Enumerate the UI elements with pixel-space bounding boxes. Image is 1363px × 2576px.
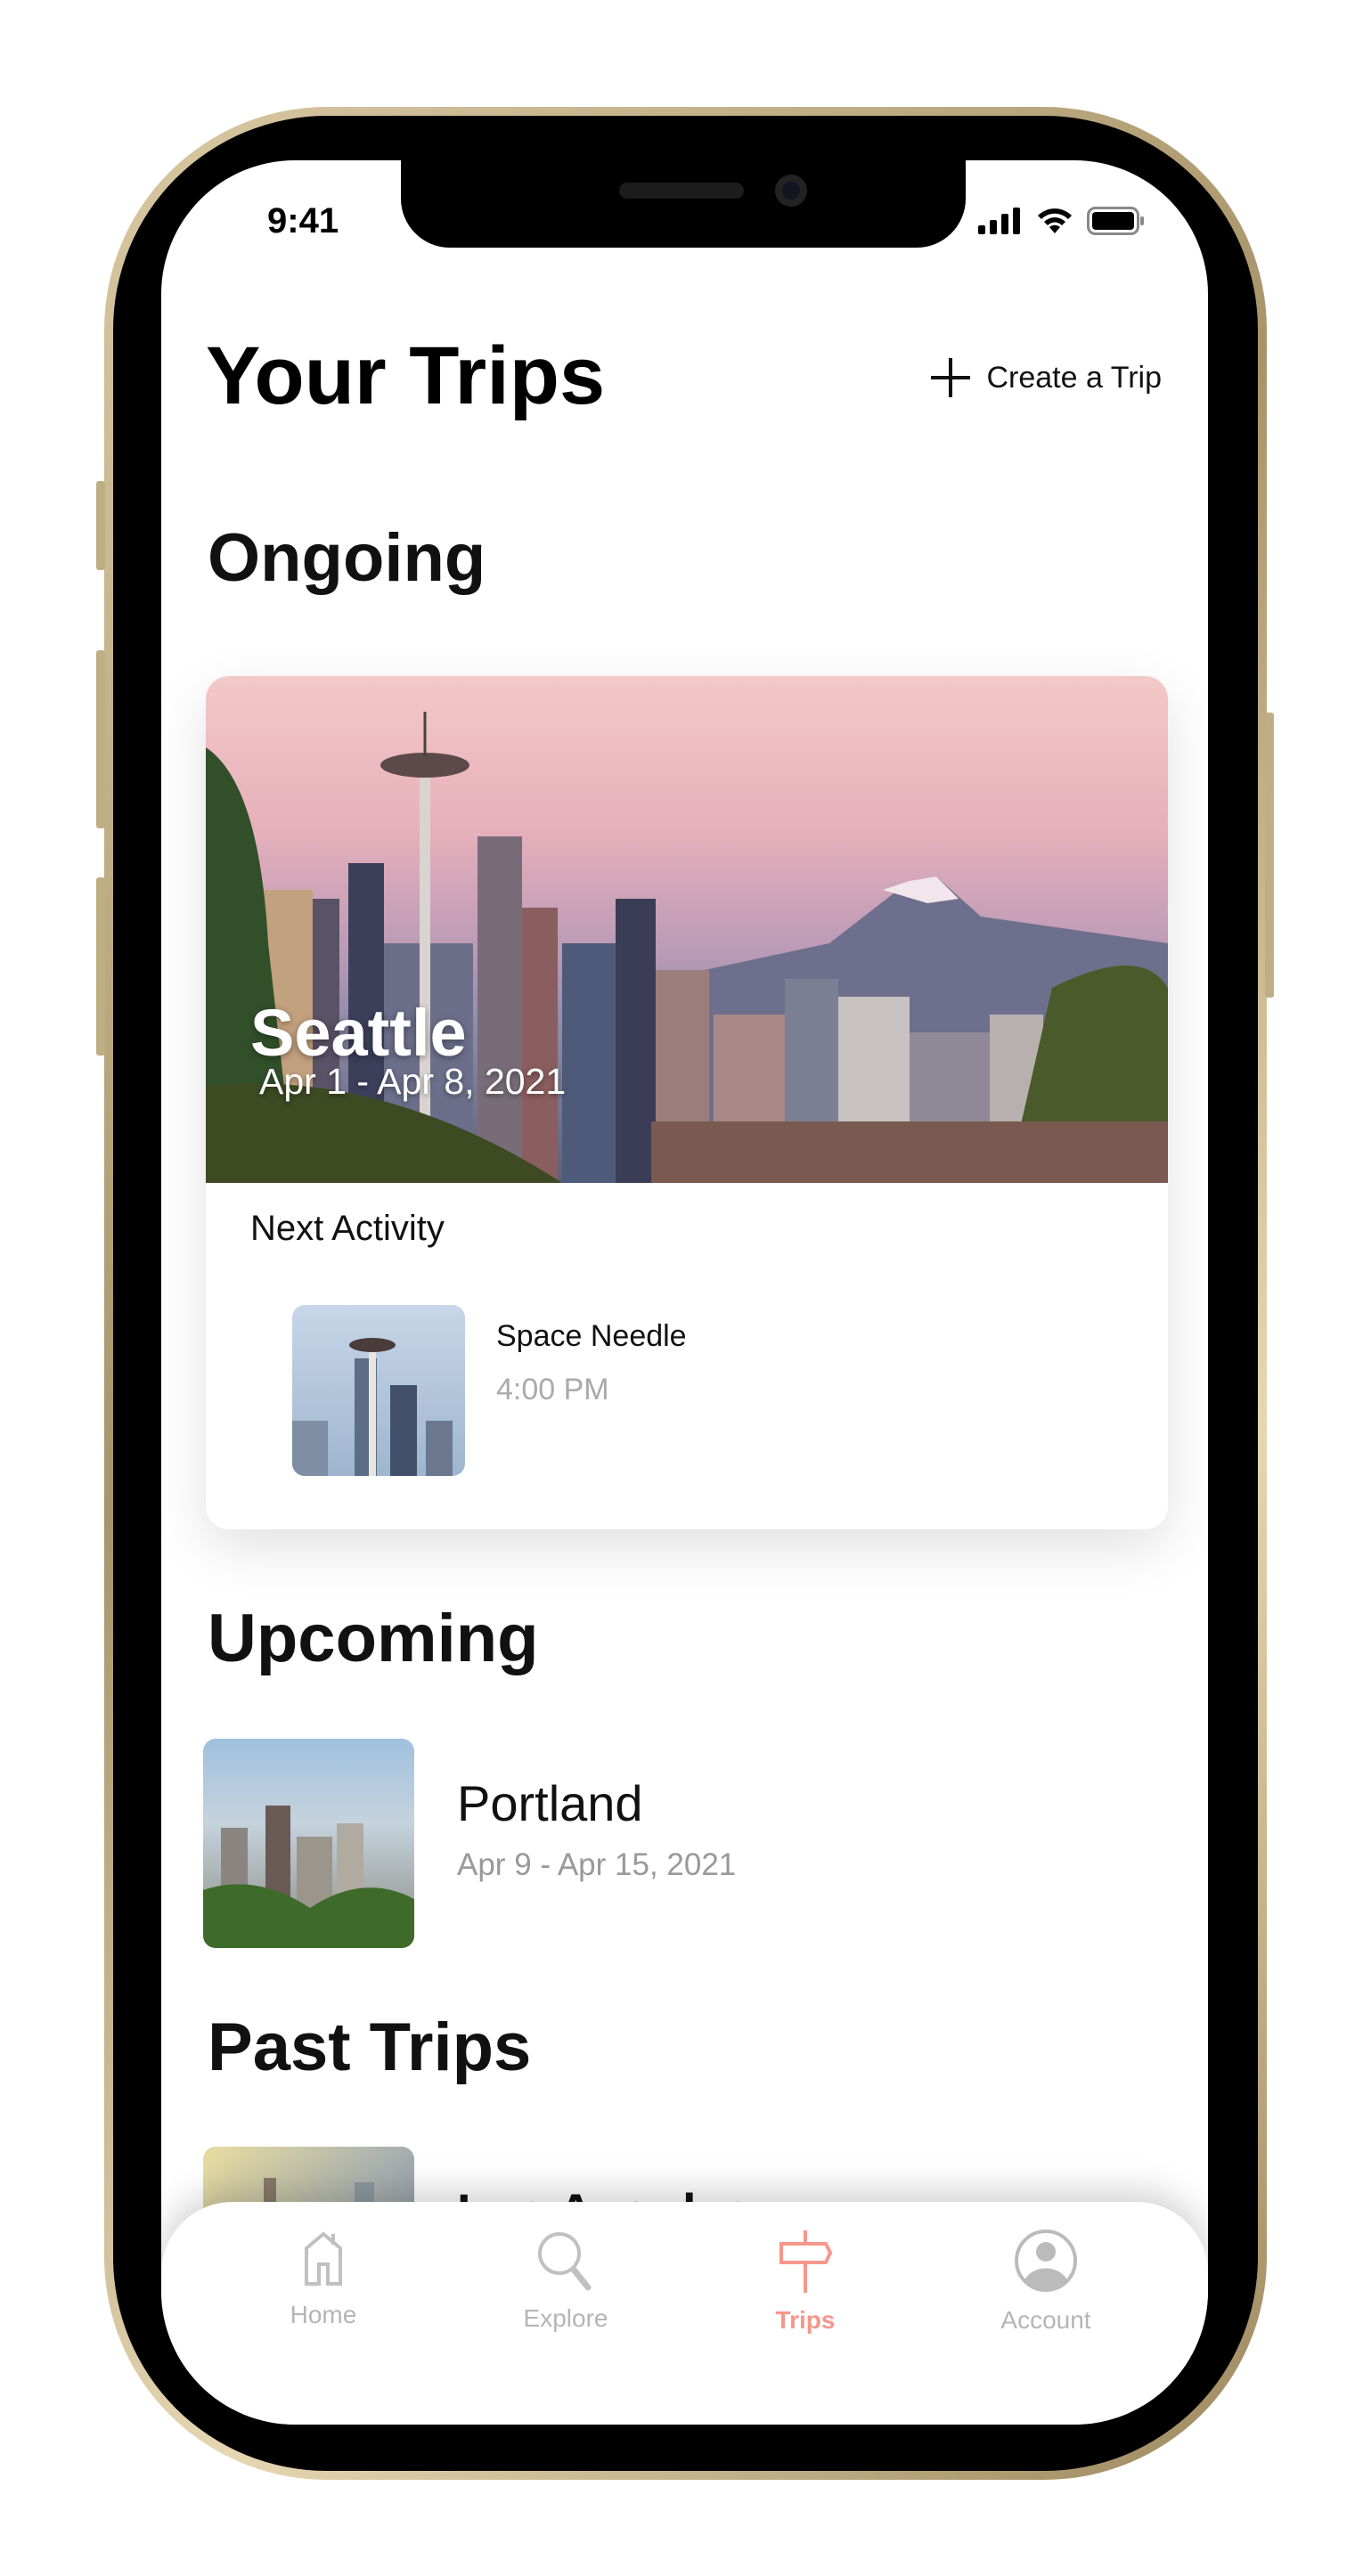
status-icons [978,207,1146,235]
tab-bar: Home Explore Trips Account [161,2202,1208,2425]
upcoming-trip-city: Portland [457,1775,643,1831]
screen: 9:41 Your Trips Create a Trip Ongoing Se… [161,160,1208,2425]
power-button [1265,713,1274,998]
section-title-past: Past Trips [208,2009,532,2085]
mute-switch [96,481,105,570]
space-needle-thumbnail [292,1305,465,1476]
upcoming-trip-item[interactable]: Portland Apr 9 - Apr 15, 2021 [203,1739,1165,1949]
section-title-ongoing: Ongoing [208,520,486,596]
next-activity-label: Next Activity [250,1209,445,1248]
activity-time: 4:00 PM [496,1373,609,1406]
tab-explore-label: Explore [523,2304,608,2332]
signal-icon [978,208,1020,234]
volume-up-button [96,650,105,828]
status-time: 9:41 [267,201,339,240]
tab-account[interactable]: Account [957,2229,1135,2335]
search-icon [538,2232,592,2291]
tab-account-label: Account [1000,2306,1091,2334]
tab-explore[interactable]: Explore [477,2229,655,2333]
wifi-icon [1038,208,1072,233]
upcoming-trip-dates: Apr 9 - Apr 15, 2021 [457,1847,737,1882]
seattle-photo [206,676,1168,1184]
battery-icon [1087,207,1144,235]
portland-thumbnail [203,1739,414,1948]
tab-trips[interactable]: Trips [716,2229,894,2335]
volume-down-button [96,877,105,1056]
account-icon [1015,2230,1077,2292]
tab-home[interactable]: Home [234,2229,412,2329]
section-title-upcoming: Upcoming [208,1601,539,1676]
notch [401,160,966,248]
ongoing-trip-card[interactable]: Seattle Apr 1 - Apr 8, 2021 Next Activit… [206,676,1168,1529]
create-trip-button[interactable]: Create a Trip [929,356,1162,399]
home-icon [305,2231,342,2286]
signpost-icon [779,2230,833,2293]
tab-home-label: Home [290,2301,357,2328]
camera [775,175,807,207]
trip-dates: Apr 1 - Apr 8, 2021 [259,1061,567,1102]
tab-trips-label: Trips [775,2306,836,2334]
speaker [619,183,744,199]
trip-city: Seattle [250,996,467,1070]
create-trip-label: Create a Trip [986,360,1162,395]
page-title: Your Trips [206,330,606,421]
plus-icon [931,358,971,397]
activity-name: Space Needle [496,1319,687,1353]
